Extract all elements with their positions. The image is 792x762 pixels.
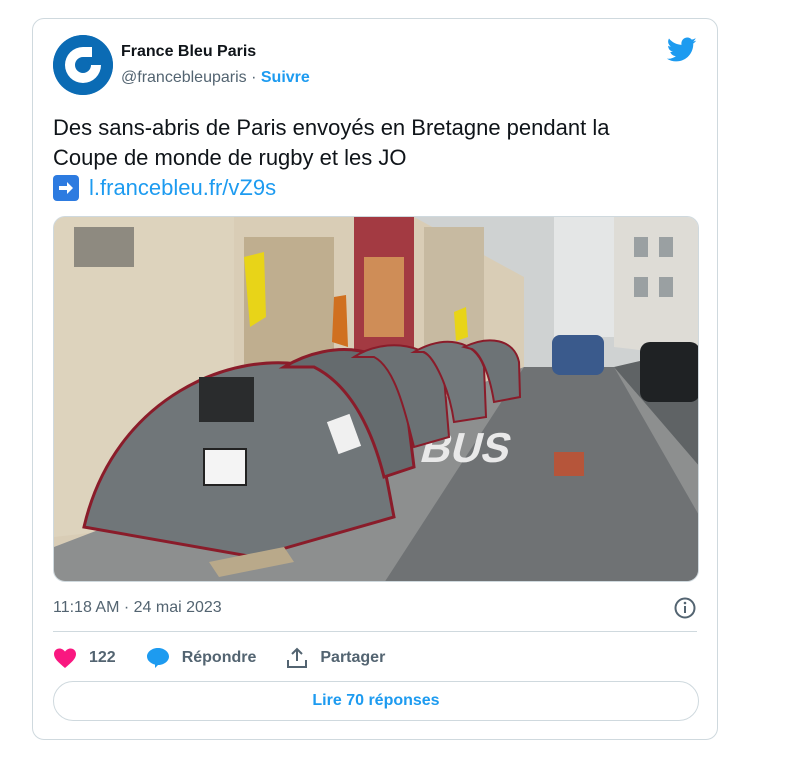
heart-icon (54, 648, 76, 668)
share-button[interactable]: Partager (286, 647, 385, 669)
info-icon[interactable] (673, 596, 697, 620)
twitter-bird-icon[interactable] (667, 37, 697, 63)
handle[interactable]: @francebleuparis (121, 69, 247, 86)
reply-label: Répondre (181, 649, 257, 666)
action-bar: 122 Répondre Partager (53, 643, 415, 673)
read-replies-button[interactable]: Lire 70 réponses (53, 681, 699, 721)
handle-row: @francebleuparis · Suivre (121, 65, 310, 91)
reply-button[interactable]: Répondre (146, 647, 257, 669)
tweet-text-line-1: Des sans-abris de Paris envoyés en Breta… (53, 115, 610, 140)
france-bleu-logo-icon (53, 35, 113, 95)
avatar[interactable] (53, 35, 113, 95)
timestamp[interactable]: 11:18 AM · 24 mai 2023 (53, 599, 222, 617)
tweet-card: France Bleu Paris @francebleuparis · Sui… (32, 18, 718, 740)
tweet-text-line-2: Coupe de monde de rugby et les JO (53, 145, 407, 170)
tweet-header: France Bleu Paris @francebleuparis · Sui… (53, 35, 697, 99)
divider (53, 631, 697, 632)
display-name[interactable]: France Bleu Paris (121, 41, 310, 63)
share-label: Partager (320, 649, 386, 666)
share-upload-icon (287, 647, 308, 668)
link-row: l.francebleu.fr/vZ9s (53, 173, 693, 203)
right-arrow-icon (53, 175, 79, 201)
like-count: 122 (89, 649, 116, 666)
street-tents-photo-icon: BUS (54, 217, 698, 581)
author-names: France Bleu Paris @francebleuparis · Sui… (121, 41, 310, 91)
like-button[interactable]: 122 (53, 647, 116, 669)
separator: · (251, 69, 257, 86)
article-link[interactable]: l.francebleu.fr/vZ9s (89, 173, 276, 203)
reply-bubble-icon (146, 648, 169, 668)
tweet-text: Des sans-abris de Paris envoyés en Breta… (53, 113, 693, 203)
tweet-photo[interactable]: BUS (53, 216, 699, 582)
tweet-meta: 11:18 AM · 24 mai 2023 (53, 593, 697, 623)
follow-button[interactable]: Suivre (261, 69, 310, 86)
